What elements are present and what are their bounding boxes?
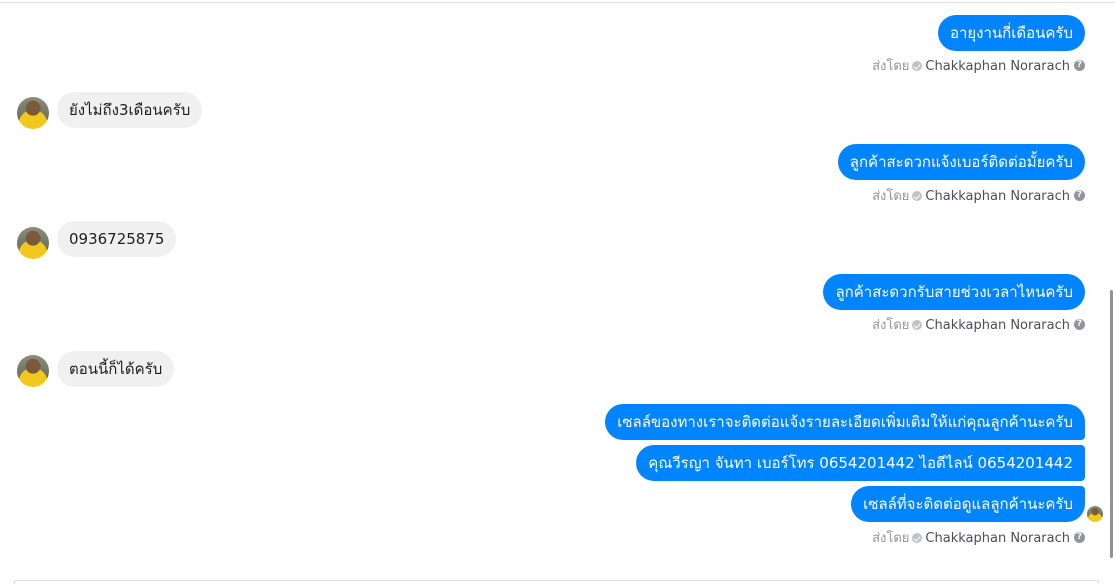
outgoing-message[interactable]: ลูกค้าสะดวกรับสายช่วงเวลาไหนครับ [823,274,1085,310]
avatar[interactable] [17,355,49,387]
help-icon[interactable]: ? [1074,532,1085,543]
avatar[interactable] [17,227,49,259]
sender-name[interactable]: Chakkaphan Norarach [925,318,1070,333]
outgoing-message[interactable]: คุณวีรญา จันทา เบอร์โทร 0654201442 ไอดีไ… [636,445,1085,481]
incoming-message[interactable]: ตอนนี้ก็ได้ครับ [57,351,175,387]
message-thread[interactable]: อายุงานกี่เดือนครับ ส่งโดย Chakkaphan Nor… [0,0,1115,584]
composer-border [14,580,1099,584]
sent-by-prefix: ส่งโดย [872,318,910,333]
seen-avatar [1087,506,1103,522]
sent-by-line: ส่งโดย Chakkaphan Norarach? [872,317,1085,335]
sender-name[interactable]: Chakkaphan Norarach [925,59,1070,74]
sent-by-prefix: ส่งโดย [872,531,910,546]
incoming-message[interactable]: 0936725875 [57,221,177,257]
sent-by-line: ส่งโดย Chakkaphan Norarach? [872,530,1085,548]
sender-name[interactable]: Chakkaphan Norarach [925,531,1070,546]
incoming-message[interactable]: ยังไม่ถึง3เดือนครับ [57,92,203,128]
outgoing-message[interactable]: เซลล์ที่จะติดต่อดูแลลูกค้านะครับ [851,486,1085,522]
sent-by-line: ส่งโดย Chakkaphan Norarach? [872,58,1085,76]
sent-by-prefix: ส่งโดย [872,189,910,204]
verified-check-icon [912,190,923,201]
help-icon[interactable]: ? [1074,60,1085,71]
verified-check-icon [912,60,923,71]
scrollbar[interactable] [1110,290,1113,558]
outgoing-message[interactable]: เซลล์ของทางเราจะติดต่อแจ้งรายละเอียดเพิ่… [605,404,1085,440]
sent-by-line: ส่งโดย Chakkaphan Norarach? [872,188,1085,206]
verified-check-icon [912,532,923,543]
outgoing-message[interactable]: ลูกค้าสะดวกแจ้งเบอร์ติดต่อมั้ยครับ [837,144,1085,180]
sender-name[interactable]: Chakkaphan Norarach [925,189,1070,204]
help-icon[interactable]: ? [1074,190,1085,201]
sent-by-prefix: ส่งโดย [872,59,910,74]
verified-check-icon [912,319,923,330]
help-icon[interactable]: ? [1074,319,1085,330]
avatar[interactable] [17,97,49,129]
outgoing-message[interactable]: อายุงานกี่เดือนครับ [937,15,1085,51]
